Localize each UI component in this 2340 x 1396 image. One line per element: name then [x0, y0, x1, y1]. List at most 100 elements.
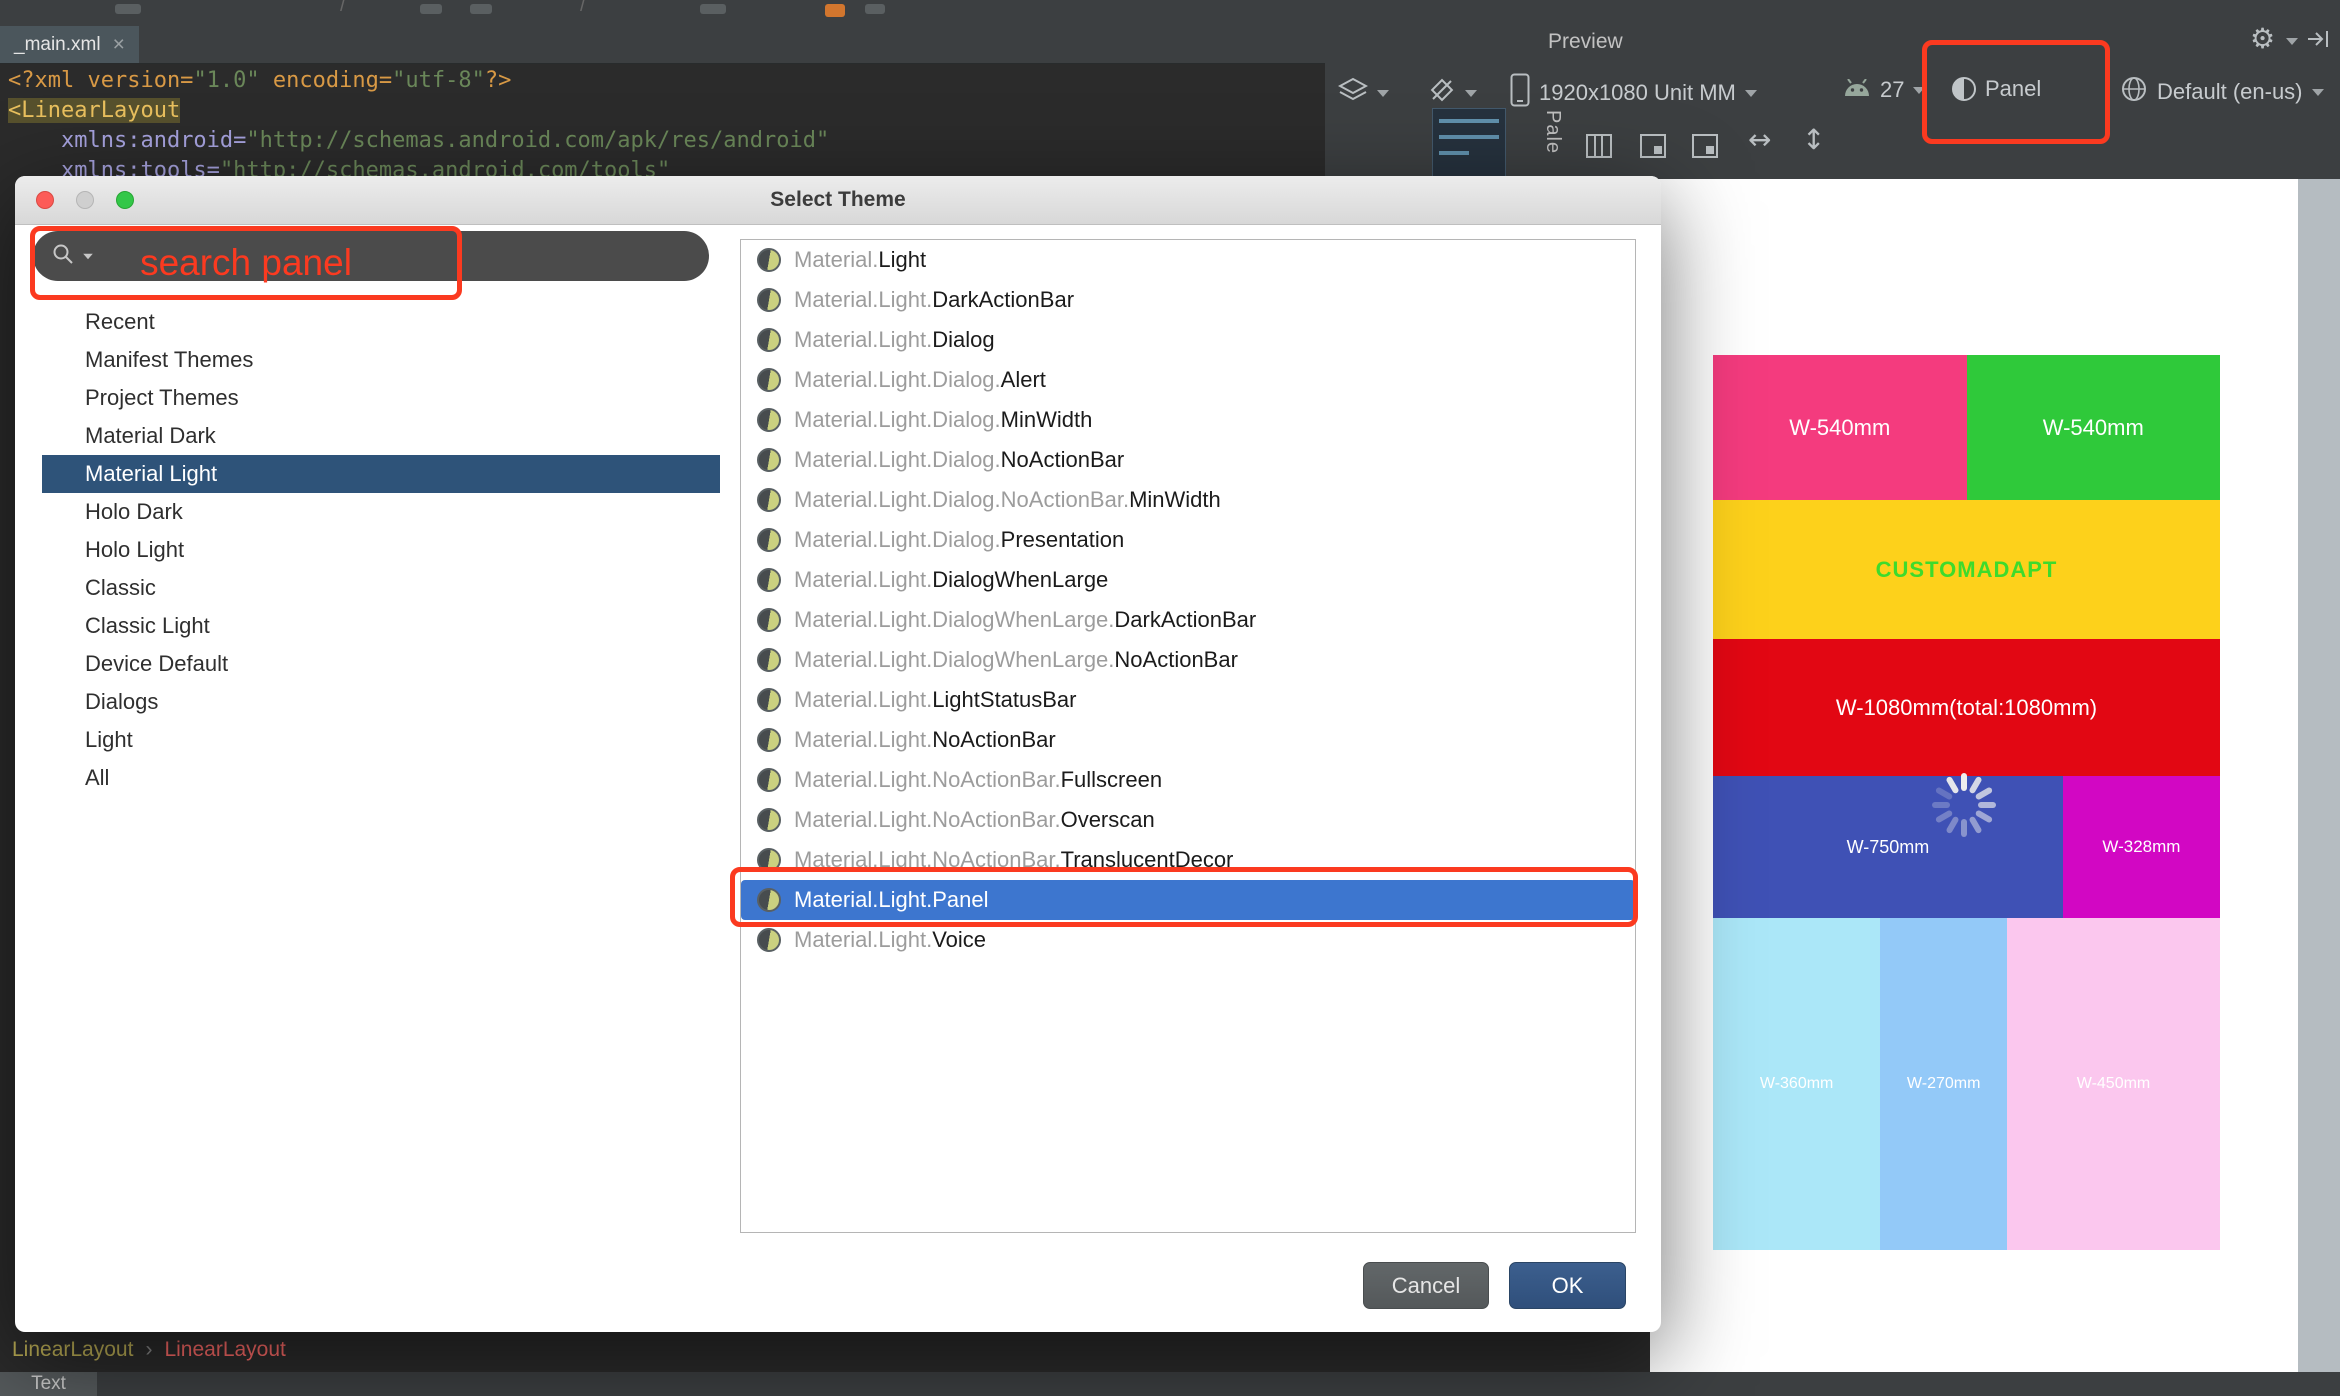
code-line: xmlns:android="http://schemas.android.co… — [8, 126, 829, 156]
macos-close-button[interactable] — [36, 191, 54, 209]
columns-view-icon[interactable] — [1586, 134, 1612, 158]
theme-item-material-light-dialogwhenlarge-noactionbar[interactable]: Material.Light.DialogWhenLarge.NoActionB… — [741, 640, 1635, 680]
toolbar-fragment-icon — [115, 4, 141, 14]
orientation-icon — [1428, 76, 1456, 110]
theme-item-name: Overscan — [1061, 807, 1155, 833]
theme-icon — [757, 248, 781, 272]
editor-tab-main-xml[interactable]: _main.xml × — [0, 26, 139, 63]
sidebar-item-light[interactable]: Light — [42, 721, 720, 759]
theme-item-name: NoActionBar — [1114, 647, 1238, 673]
theme-item-name: MinWidth — [1129, 487, 1221, 513]
gear-icon[interactable]: ⚙ — [2250, 22, 2275, 55]
preview-thumbnail — [1432, 108, 1506, 178]
toolbar-fragment-icon — [700, 4, 726, 14]
preview-row: W-360mmW-270mmW-450mm — [1713, 918, 2220, 1250]
chevron-down-icon — [2312, 89, 2324, 96]
device-selector-dropdown[interactable]: 1920x1080 Unit MM — [1510, 73, 1757, 113]
theme-item-name: Alert — [1001, 367, 1046, 393]
theme-item-name: DarkActionBar — [932, 287, 1074, 313]
editor-mode-bar: Text — [0, 1372, 2340, 1396]
sidebar-item-all[interactable]: All — [42, 759, 720, 797]
blueprint-view-icon[interactable] — [1692, 134, 1718, 158]
theme-icon — [757, 768, 781, 792]
sidebar-item-classic[interactable]: Classic — [42, 569, 720, 607]
sidebar-item-classic-light[interactable]: Classic Light — [42, 607, 720, 645]
theme-item-material-light-noactionbar-fullscreen[interactable]: Material.Light.NoActionBar.Fullscreen — [741, 760, 1635, 800]
theme-item-prefix: Material.Light. — [794, 687, 932, 713]
design-view-icon[interactable] — [1640, 134, 1666, 158]
theme-item-material-light-noactionbar[interactable]: Material.Light.NoActionBar — [741, 720, 1635, 760]
preview-view-w-750mm: W-750mm — [1713, 776, 2063, 918]
dialog-titlebar[interactable]: Select Theme — [15, 176, 1661, 225]
locale-dropdown[interactable]: Default (en-us) — [2120, 75, 2324, 109]
chevron-down-icon — [1745, 90, 1757, 97]
theme-item-material-light-lightstatusbar[interactable]: Material.Light.LightStatusBar — [741, 680, 1635, 720]
layout-variants-dropdown[interactable] — [1338, 77, 1389, 109]
api-level-dropdown[interactable]: 27 — [1843, 77, 1925, 103]
code-editor[interactable]: <?xml version="1.0" encoding="utf-8"?><L… — [8, 66, 829, 186]
theme-item-material-light-dialogwhenlarge[interactable]: Material.Light.DialogWhenLarge — [741, 560, 1635, 600]
android-icon — [1843, 77, 1871, 103]
orientation-dropdown[interactable] — [1428, 76, 1477, 110]
annotation-search-panel: search panel — [30, 226, 462, 300]
android-studio-window: / / _main.xml × Preview ⚙ <?xml version=… — [0, 0, 2340, 1396]
cancel-button[interactable]: Cancel — [1363, 1262, 1489, 1309]
theme-item-prefix: Material.Light. — [794, 567, 932, 593]
theme-item-prefix: Material.Light.Dialog. — [794, 407, 1001, 433]
theme-item-material-light-darkactionbar[interactable]: Material.Light.DarkActionBar — [741, 280, 1635, 320]
vertical-resize-icon[interactable]: ↕ — [1802, 123, 1825, 156]
sidebar-item-device-default[interactable]: Device Default — [42, 645, 720, 683]
toolbar-fragment-icon — [865, 4, 885, 14]
breadcrumb-linearlayout-child[interactable]: LinearLayout — [164, 1338, 285, 1362]
theme-item-material-light-dialog-minwidth[interactable]: Material.Light.Dialog.MinWidth — [741, 400, 1635, 440]
theme-icon — [757, 288, 781, 312]
theme-item-material-light-dialog-presentation[interactable]: Material.Light.Dialog.Presentation — [741, 520, 1635, 560]
theme-item-material-light-dialog-noactionbar[interactable]: Material.Light.Dialog.NoActionBar — [741, 440, 1635, 480]
theme-item-material-light-dialog-alert[interactable]: Material.Light.Dialog.Alert — [741, 360, 1635, 400]
breadcrumb-separator: › — [145, 1338, 152, 1362]
preview-view-w-360mm: W-360mm — [1713, 918, 1880, 1250]
sidebar-item-recent[interactable]: Recent — [42, 303, 720, 341]
theme-item-material-light-dialog[interactable]: Material.Light.Dialog — [741, 320, 1635, 360]
preview-panel-title: Preview — [1548, 30, 1623, 54]
sidebar-item-project-themes[interactable]: Project Themes — [42, 379, 720, 417]
theme-item-material-light-dialog-noactionbar-minwidth[interactable]: Material.Light.Dialog.NoActionBar.MinWid… — [741, 480, 1635, 520]
tab-text-mode[interactable]: Text — [0, 1372, 97, 1396]
chevron-down-icon — [1465, 90, 1477, 97]
preview-view-w-328mm: W-328mm — [2063, 776, 2220, 918]
sidebar-item-manifest-themes[interactable]: Manifest Themes — [42, 341, 720, 379]
theme-item-prefix: Material.Light.NoActionBar. — [794, 767, 1061, 793]
code-line: <?xml version="1.0" encoding="utf-8"?> — [8, 66, 829, 96]
hide-panel-icon[interactable] — [2306, 28, 2332, 55]
tab-close-icon[interactable]: × — [113, 34, 125, 55]
macos-zoom-button[interactable] — [116, 191, 134, 209]
macos-minimize-button[interactable] — [76, 191, 94, 209]
preview-view-w-450mm: W-450mm — [2007, 918, 2220, 1250]
preview-row: W-1080mm(total:1080mm) — [1713, 639, 2220, 776]
palette-tool-tab[interactable]: Pale — [1541, 110, 1564, 154]
theme-item-name: Dialog — [932, 327, 994, 353]
breadcrumb-linearlayout[interactable]: LinearLayout — [12, 1338, 133, 1362]
theme-item-name: Voice — [932, 927, 986, 953]
theme-icon — [757, 448, 781, 472]
ok-button[interactable]: OK — [1509, 1262, 1626, 1309]
sidebar-item-material-light[interactable]: Material Light — [42, 455, 720, 493]
theme-item-material-light-noactionbar-overscan[interactable]: Material.Light.NoActionBar.Overscan — [741, 800, 1635, 840]
preview-view-customadapt: CUSTOMADAPT — [1713, 500, 2220, 639]
theme-item-material-light[interactable]: Material.Light — [741, 240, 1635, 280]
sidebar-item-material-dark[interactable]: Material Dark — [42, 417, 720, 455]
chevron-down-icon[interactable] — [2286, 38, 2298, 45]
right-scroll-band[interactable] — [2298, 179, 2340, 1396]
theme-icon — [757, 928, 781, 952]
sidebar-item-holo-light[interactable]: Holo Light — [42, 531, 720, 569]
locale-label: Default (en-us) — [2157, 79, 2303, 105]
theme-item-prefix: Material.Light.Dialog. — [794, 367, 1001, 393]
theme-item-prefix: Material.Light.Dialog.NoActionBar. — [794, 487, 1129, 513]
theme-icon — [757, 688, 781, 712]
theme-icon — [757, 648, 781, 672]
horizontal-resize-icon[interactable]: ↔ — [1748, 123, 1771, 156]
theme-item-material-light-dialogwhenlarge-darkactionbar[interactable]: Material.Light.DialogWhenLarge.DarkActio… — [741, 600, 1635, 640]
sidebar-item-dialogs[interactable]: Dialogs — [42, 683, 720, 721]
theme-item-name: DarkActionBar — [1114, 607, 1256, 633]
sidebar-item-holo-dark[interactable]: Holo Dark — [42, 493, 720, 531]
